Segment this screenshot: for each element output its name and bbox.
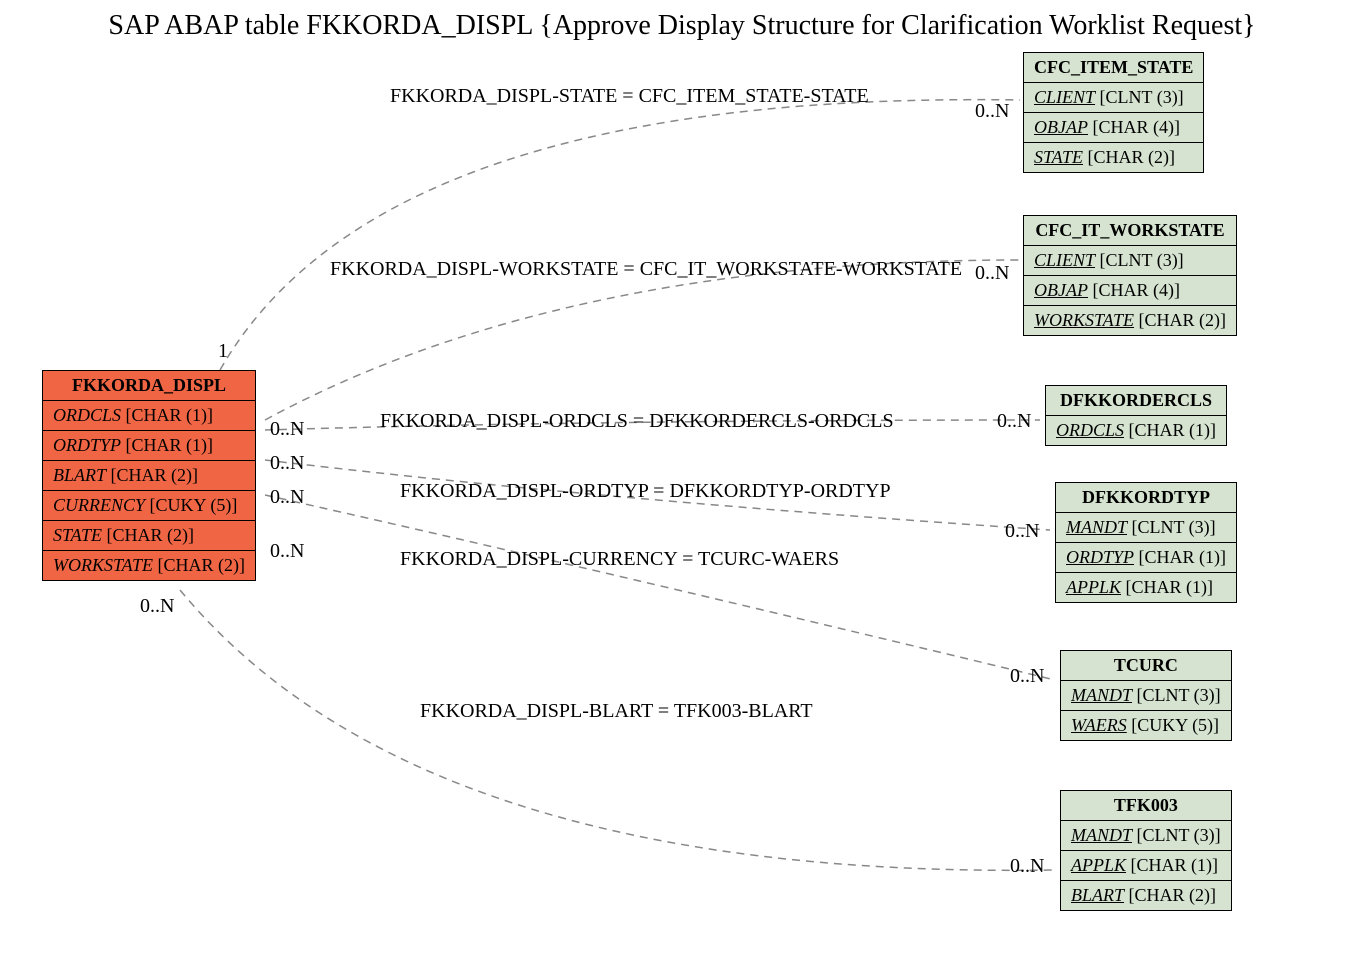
- field-row: MANDT [CLNT (3)]: [1061, 681, 1231, 711]
- cardinality: 0..N: [270, 452, 304, 475]
- field-row: CLIENT [CLNT (3)]: [1024, 246, 1236, 276]
- diagram-title: SAP ABAP table FKKORDA_DISPL {Approve Di…: [0, 10, 1364, 42]
- entity-dfkkordercls: DFKKORDERCLS ORDCLS [CHAR (1)]: [1045, 385, 1227, 446]
- entity-header: DFKKORDERCLS: [1046, 386, 1226, 416]
- cardinality: 0..N: [1010, 855, 1044, 878]
- cardinality: 0..N: [1005, 520, 1039, 543]
- entity-fkkorda-displ: FKKORDA_DISPL ORDCLS [CHAR (1)] ORDTYP […: [42, 370, 256, 581]
- field-row: CLIENT [CLNT (3)]: [1024, 83, 1203, 113]
- cardinality: 0..N: [975, 262, 1009, 285]
- entity-dfkkordtyp: DFKKORDTYP MANDT [CLNT (3)] ORDTYP [CHAR…: [1055, 482, 1237, 603]
- field-row: WAERS [CUKY (5)]: [1061, 711, 1231, 740]
- relation-label: FKKORDA_DISPL-STATE = CFC_ITEM_STATE-STA…: [390, 85, 869, 108]
- field-row: MANDT [CLNT (3)]: [1056, 513, 1236, 543]
- relation-label: FKKORDA_DISPL-ORDTYP = DFKKORDTYP-ORDTYP: [400, 480, 891, 503]
- field-row: WORKSTATE [CHAR (2)]: [1024, 306, 1236, 335]
- field-row: APPLK [CHAR (1)]: [1061, 851, 1231, 881]
- entity-header: CFC_IT_WORKSTATE: [1024, 216, 1236, 246]
- entity-header: CFC_ITEM_STATE: [1024, 53, 1203, 83]
- field-row: CURRENCY [CUKY (5)]: [43, 491, 255, 521]
- cardinality: 0..N: [270, 540, 304, 563]
- cardinality: 0..N: [975, 100, 1009, 123]
- entity-header: TFK003: [1061, 791, 1231, 821]
- relation-label: FKKORDA_DISPL-ORDCLS = DFKKORDERCLS-ORDC…: [380, 410, 894, 433]
- field-row: APPLK [CHAR (1)]: [1056, 573, 1236, 602]
- field-row: OBJAP [CHAR (4)]: [1024, 276, 1236, 306]
- entity-tfk003: TFK003 MANDT [CLNT (3)] APPLK [CHAR (1)]…: [1060, 790, 1232, 911]
- relation-label: FKKORDA_DISPL-CURRENCY = TCURC-WAERS: [400, 548, 839, 571]
- cardinality: 0..N: [140, 595, 174, 618]
- field-row: ORDCLS [CHAR (1)]: [1046, 416, 1226, 445]
- relation-label: FKKORDA_DISPL-BLART = TFK003-BLART: [420, 700, 813, 723]
- field-row: BLART [CHAR (2)]: [43, 461, 255, 491]
- field-row: ORDTYP [CHAR (1)]: [1056, 543, 1236, 573]
- field-row: ORDCLS [CHAR (1)]: [43, 401, 255, 431]
- entity-header: DFKKORDTYP: [1056, 483, 1236, 513]
- entity-tcurc: TCURC MANDT [CLNT (3)] WAERS [CUKY (5)]: [1060, 650, 1232, 741]
- cardinality: 0..N: [270, 418, 304, 441]
- cardinality: 1: [218, 340, 228, 363]
- entity-header: FKKORDA_DISPL: [43, 371, 255, 401]
- field-row: STATE [CHAR (2)]: [43, 521, 255, 551]
- field-row: MANDT [CLNT (3)]: [1061, 821, 1231, 851]
- entity-cfc-item-state: CFC_ITEM_STATE CLIENT [CLNT (3)] OBJAP […: [1023, 52, 1204, 173]
- cardinality: 0..N: [997, 410, 1031, 433]
- cardinality: 0..N: [1010, 665, 1044, 688]
- entity-cfc-it-workstate: CFC_IT_WORKSTATE CLIENT [CLNT (3)] OBJAP…: [1023, 215, 1237, 336]
- field-row: BLART [CHAR (2)]: [1061, 881, 1231, 910]
- entity-header: TCURC: [1061, 651, 1231, 681]
- field-row: WORKSTATE [CHAR (2)]: [43, 551, 255, 580]
- field-row: OBJAP [CHAR (4)]: [1024, 113, 1203, 143]
- relation-label: FKKORDA_DISPL-WORKSTATE = CFC_IT_WORKSTA…: [330, 258, 962, 281]
- field-row: ORDTYP [CHAR (1)]: [43, 431, 255, 461]
- cardinality: 0..N: [270, 486, 304, 509]
- field-row: STATE [CHAR (2)]: [1024, 143, 1203, 172]
